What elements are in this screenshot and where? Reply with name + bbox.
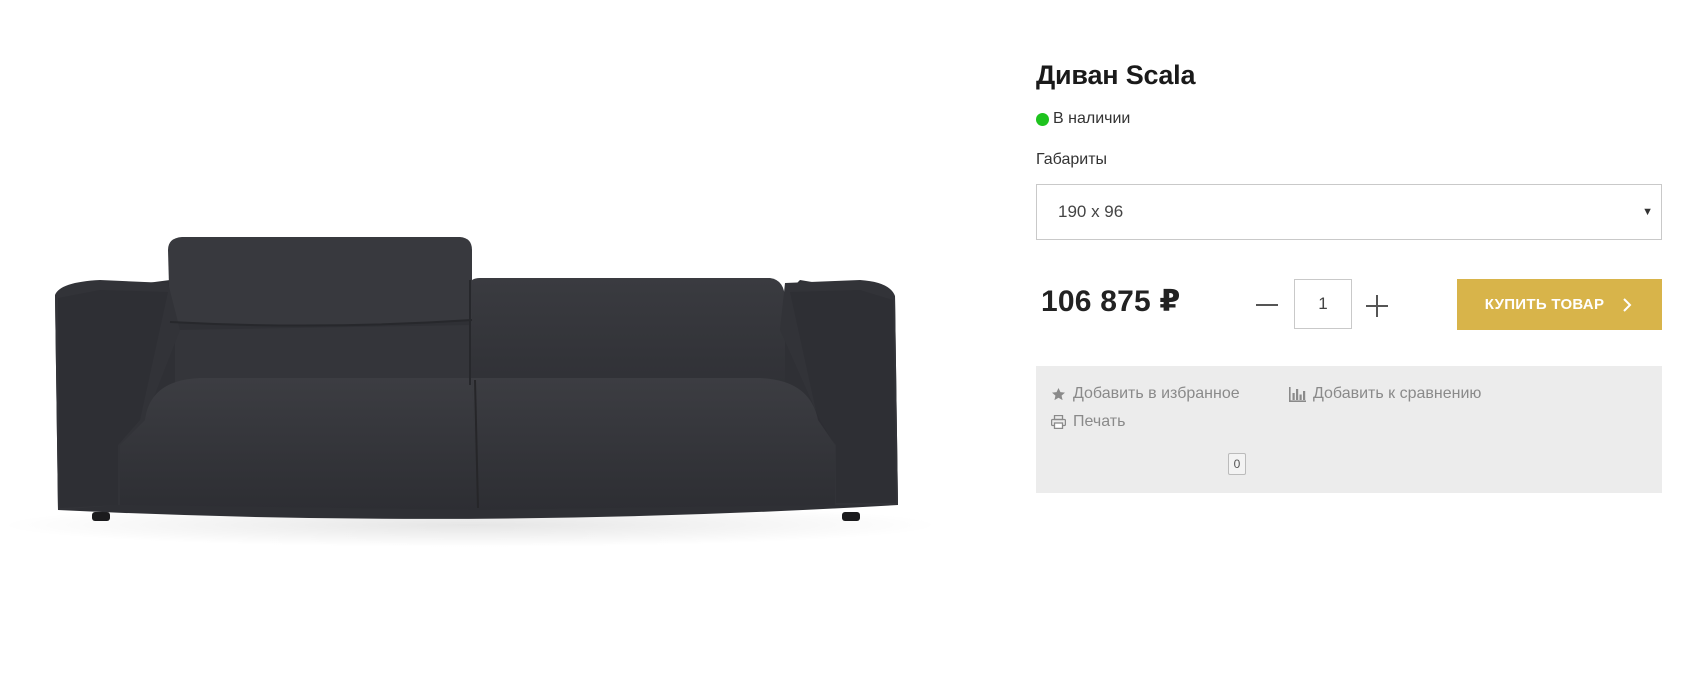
stock-label: В наличии <box>1053 110 1131 127</box>
print-label: Печать <box>1073 413 1126 430</box>
add-to-favorites-label: Добавить в избранное <box>1073 385 1240 402</box>
star-icon <box>1052 387 1065 400</box>
compare-counter-badge: 0 <box>1228 453 1246 475</box>
buy-button-label: КУПИТЬ ТОВАР <box>1484 296 1605 313</box>
quantity-increase-button[interactable] <box>1364 293 1390 319</box>
dimensions-label: Габариты <box>1036 151 1108 168</box>
minus-icon <box>1256 304 1278 306</box>
add-to-favorites-link[interactable]: Добавить в избранное <box>1051 385 1240 403</box>
dimensions-select[interactable]: 190 x 96 ▼ <box>1036 184 1662 240</box>
bar-chart-icon <box>1289 386 1306 402</box>
product-actions-panel: Добавить в избранное Добавить к сравнени… <box>1036 366 1662 493</box>
chevron-right-icon <box>1623 297 1632 312</box>
add-to-compare-link[interactable]: Добавить к сравнению <box>1289 385 1481 403</box>
print-link[interactable]: Печать <box>1051 413 1125 431</box>
product-title: Диван Scala <box>1036 60 1196 90</box>
stock-status: В наличии <box>1036 110 1130 128</box>
status-dot-icon <box>1036 112 1049 126</box>
product-image[interactable] <box>0 0 950 683</box>
caret-down-icon: ▼ <box>1642 206 1653 218</box>
quantity-input[interactable] <box>1294 279 1352 329</box>
quantity-decrease-button[interactable] <box>1254 292 1280 318</box>
add-to-compare-label: Добавить к сравнению <box>1313 385 1482 402</box>
product-page: Диван Scala В наличии Габариты 190 x 96 … <box>0 0 1693 683</box>
dimensions-selected-value: 190 x 96 <box>1058 202 1124 221</box>
product-price: 106 875 ₽ <box>1041 285 1181 318</box>
sofa-image <box>0 237 940 547</box>
buy-button[interactable]: КУПИТЬ ТОВАР <box>1457 279 1662 330</box>
product-info: Диван Scala В наличии Габариты 190 x 96 … <box>1036 0 1666 683</box>
printer-icon <box>1051 415 1066 429</box>
